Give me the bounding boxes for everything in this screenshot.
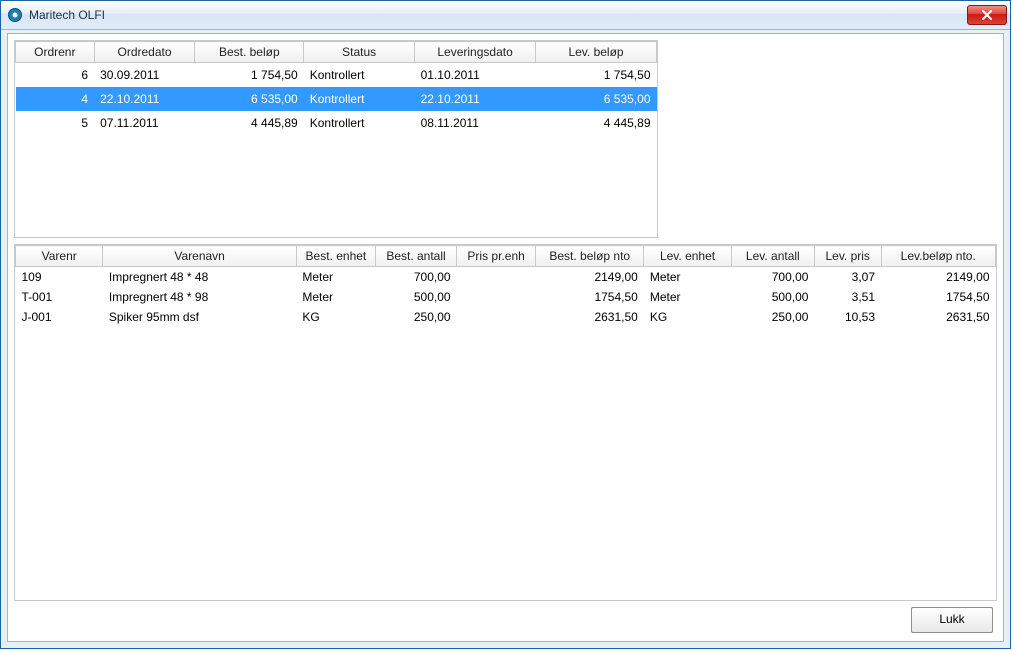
content-area: Ordrenr Ordredato Best. beløp Status Lev… — [7, 33, 1004, 642]
cell: Impregnert 48 * 48 — [103, 267, 297, 288]
col-varenr[interactable]: Varenr — [16, 246, 103, 267]
col-lev-belop-nto[interactable]: Lev.beløp nto. — [881, 246, 996, 267]
cell: 22.10.2011 — [94, 87, 195, 111]
close-button[interactable]: Lukk — [911, 607, 993, 633]
cell: 07.11.2011 — [94, 111, 195, 135]
cell: 500,00 — [731, 287, 814, 307]
cell: 1 754,50 — [195, 63, 304, 87]
cell: 2631,50 — [881, 307, 996, 327]
cell — [457, 287, 536, 307]
cell — [457, 267, 536, 288]
cell: 2149,00 — [881, 267, 996, 288]
cell: Impregnert 48 * 98 — [103, 287, 297, 307]
cell: Kontrollert — [304, 111, 415, 135]
col-lev-pris[interactable]: Lev. pris — [814, 246, 881, 267]
table-row[interactable]: 422.10.20116 535,00Kontrollert22.10.2011… — [16, 87, 657, 111]
col-leveringsdato[interactable]: Leveringsdato — [415, 42, 536, 63]
close-icon — [981, 10, 993, 20]
col-best-enhet[interactable]: Best. enhet — [296, 246, 375, 267]
cell: 5 — [16, 111, 95, 135]
col-varenavn[interactable]: Varenavn — [103, 246, 297, 267]
lines-table[interactable]: Varenr Varenavn Best. enhet Best. antall… — [15, 245, 996, 327]
titlebar: Maritech OLFI — [1, 1, 1010, 30]
table-row[interactable]: T-001Impregnert 48 * 98Meter500,001754,5… — [16, 287, 996, 307]
cell: Kontrollert — [304, 87, 415, 111]
cell: Kontrollert — [304, 63, 415, 87]
table-row[interactable]: 630.09.20111 754,50Kontrollert01.10.2011… — [16, 63, 657, 87]
cell: KG — [644, 307, 731, 327]
col-best-belop[interactable]: Best. beløp — [195, 42, 304, 63]
col-pris-pr-enh[interactable]: Pris pr.enh — [457, 246, 536, 267]
cell: 700,00 — [731, 267, 814, 288]
cell: 2631,50 — [536, 307, 644, 327]
col-lev-enhet[interactable]: Lev. enhet — [644, 246, 731, 267]
window-title: Maritech OLFI — [29, 8, 105, 22]
cell: 109 — [16, 267, 103, 288]
cell: 4 445,89 — [195, 111, 304, 135]
col-ordredato[interactable]: Ordredato — [94, 42, 195, 63]
cell: 30.09.2011 — [94, 63, 195, 87]
app-icon — [7, 7, 23, 23]
cell: 22.10.2011 — [415, 87, 536, 111]
orders-table[interactable]: Ordrenr Ordredato Best. beløp Status Lev… — [15, 41, 657, 135]
cell: Spiker 95mm dsf — [103, 307, 297, 327]
col-best-belop-nto[interactable]: Best. beløp nto — [536, 246, 644, 267]
cell: 6 535,00 — [536, 87, 657, 111]
col-ordrenr[interactable]: Ordrenr — [16, 42, 95, 63]
cell: 08.11.2011 — [415, 111, 536, 135]
cell: Meter — [296, 267, 375, 288]
cell: 6 535,00 — [195, 87, 304, 111]
app-window: Maritech OLFI Ordrenr — [0, 0, 1011, 649]
cell: 10,53 — [814, 307, 881, 327]
cell: 700,00 — [375, 267, 456, 288]
cell: 1 754,50 — [536, 63, 657, 87]
cell: 2149,00 — [536, 267, 644, 288]
orders-table-panel: Ordrenr Ordredato Best. beløp Status Lev… — [14, 40, 658, 238]
window-close-button[interactable] — [967, 5, 1007, 25]
lines-table-panel: Varenr Varenavn Best. enhet Best. antall… — [14, 244, 997, 601]
cell — [457, 307, 536, 327]
col-lev-antall[interactable]: Lev. antall — [731, 246, 814, 267]
cell: 1754,50 — [536, 287, 644, 307]
cell: 250,00 — [731, 307, 814, 327]
cell: T-001 — [16, 287, 103, 307]
cell: Meter — [644, 287, 731, 307]
col-lev-belop[interactable]: Lev. beløp — [536, 42, 657, 63]
cell: 6 — [16, 63, 95, 87]
col-best-antall[interactable]: Best. antall — [375, 246, 456, 267]
cell: 250,00 — [375, 307, 456, 327]
lines-header-row: Varenr Varenavn Best. enhet Best. antall… — [16, 246, 996, 267]
cell: 1754,50 — [881, 287, 996, 307]
table-row[interactable]: 507.11.20114 445,89Kontrollert08.11.2011… — [16, 111, 657, 135]
cell: J-001 — [16, 307, 103, 327]
table-row[interactable]: 109Impregnert 48 * 48Meter700,002149,00M… — [16, 267, 996, 288]
orders-header-row: Ordrenr Ordredato Best. beløp Status Lev… — [16, 42, 657, 63]
cell: 4 — [16, 87, 95, 111]
cell: Meter — [644, 267, 731, 288]
cell: 01.10.2011 — [415, 63, 536, 87]
table-row[interactable]: J-001Spiker 95mm dsfKG250,002631,50KG250… — [16, 307, 996, 327]
cell: Meter — [296, 287, 375, 307]
cell: 4 445,89 — [536, 111, 657, 135]
col-status[interactable]: Status — [304, 42, 415, 63]
cell: 500,00 — [375, 287, 456, 307]
cell: 3,07 — [814, 267, 881, 288]
cell: 3,51 — [814, 287, 881, 307]
cell: KG — [296, 307, 375, 327]
